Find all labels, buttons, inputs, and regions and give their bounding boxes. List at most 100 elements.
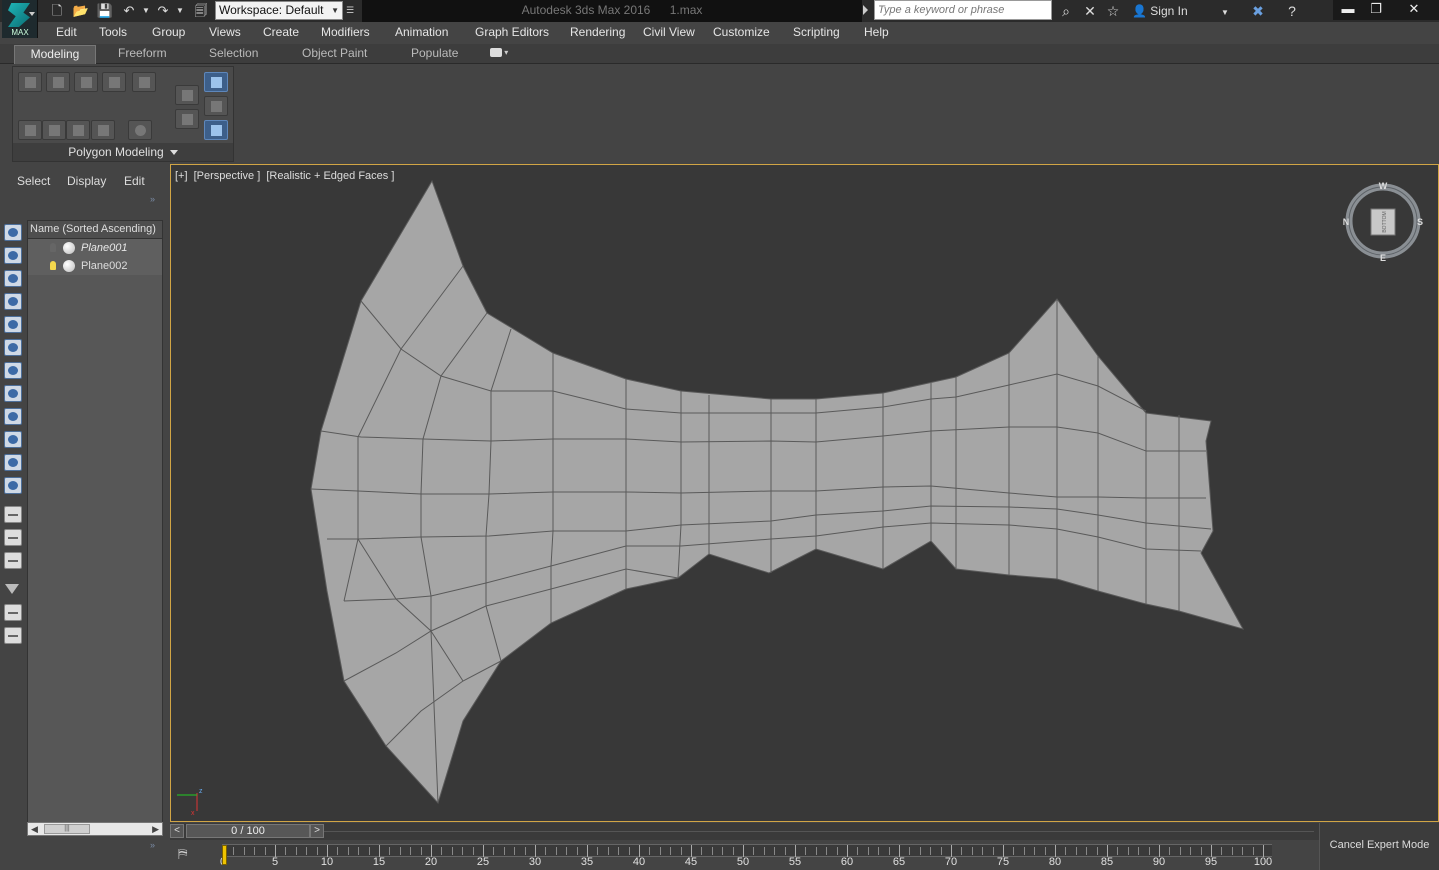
- save-file-icon[interactable]: 💾: [96, 2, 114, 19]
- ignore-backfacing-icon[interactable]: [204, 96, 228, 116]
- vertex-icon[interactable]: [18, 72, 42, 92]
- scroll-thumb[interactable]: |||: [44, 824, 90, 834]
- layer-filter-icon[interactable]: [4, 604, 22, 621]
- display-all-icon[interactable]: [4, 506, 22, 523]
- toggle-command-panel-icon[interactable]: [175, 85, 199, 105]
- tab-populate[interactable]: Populate: [411, 46, 458, 60]
- frame-ruler[interactable]: 0510152025303540455055606570758085909510…: [220, 844, 1272, 868]
- menu-rendering[interactable]: Rendering: [570, 25, 625, 39]
- subscription-icon[interactable]: ✕: [1080, 1, 1100, 21]
- next-modifier-icon[interactable]: [66, 120, 90, 140]
- minimize-button[interactable]: ▬: [1333, 0, 1363, 20]
- expand-chevrons-icon[interactable]: »: [150, 840, 155, 850]
- expand-chevrons-icon[interactable]: »: [150, 194, 155, 204]
- display-space-warps-icon[interactable]: [4, 362, 22, 379]
- display-helpers-icon[interactable]: [4, 339, 22, 356]
- redo-icon[interactable]: ↷: [154, 2, 172, 19]
- viewport-label-menu[interactable]: [+] [Perspective ] [Realistic + Edged Fa…: [175, 170, 397, 182]
- menu-help[interactable]: Help: [864, 25, 889, 39]
- display-geometry-icon[interactable]: [4, 247, 22, 264]
- scroll-left-arrow-icon[interactable]: ◀: [31, 823, 38, 835]
- pin-stack-icon[interactable]: [204, 120, 228, 140]
- menu-create[interactable]: Create: [263, 25, 299, 39]
- workspace-dropdown[interactable]: Workspace: Default ▼: [215, 1, 343, 20]
- hierarchy-icon[interactable]: [4, 627, 22, 644]
- restore-button[interactable]: ❐: [1363, 0, 1389, 20]
- explorer-horizontal-scrollbar[interactable]: ◀ ||| ▶: [27, 822, 163, 836]
- viewport-general-menu[interactable]: [+]: [175, 170, 188, 182]
- menu-graph-editors[interactable]: Graph Editors: [475, 25, 549, 39]
- current-frame-marker[interactable]: [222, 845, 227, 865]
- menu-modifiers[interactable]: Modifiers: [321, 25, 370, 39]
- close-button[interactable]: ✕: [1389, 0, 1439, 20]
- display-cameras-icon[interactable]: [4, 316, 22, 333]
- new-file-icon[interactable]: 🗋: [48, 2, 66, 19]
- help-icon[interactable]: ?: [1282, 1, 1302, 21]
- redo-dropdown-icon[interactable]: ▼: [176, 2, 184, 19]
- open-file-icon[interactable]: 📂: [72, 2, 90, 19]
- tab-freeform[interactable]: Freeform: [118, 46, 167, 60]
- project-folder-icon[interactable]: 🗐: [192, 2, 210, 19]
- cancel-expert-mode-button[interactable]: Cancel Expert Mode: [1319, 823, 1439, 870]
- display-invert-icon[interactable]: [4, 552, 22, 569]
- explorer-tab-display[interactable]: Display: [67, 174, 106, 188]
- time-slider-thumb[interactable]: 0 / 100: [186, 824, 310, 838]
- display-none-icon[interactable]: [4, 224, 22, 241]
- filter-funnel-icon[interactable]: [5, 584, 19, 594]
- scroll-right-arrow-icon[interactable]: ▶: [152, 823, 159, 835]
- modify-mode-icon[interactable]: [18, 120, 42, 140]
- undo-icon[interactable]: ↶: [120, 2, 138, 19]
- undo-dropdown-icon[interactable]: ▼: [142, 2, 150, 19]
- explorer-tab-select[interactable]: Select: [17, 174, 50, 188]
- display-xrefs-icon[interactable]: [4, 408, 22, 425]
- column-header-name[interactable]: Name (Sorted Ascending): [28, 221, 162, 239]
- perspective-viewport[interactable]: [+] [Perspective ] [Realistic + Edged Fa…: [170, 164, 1439, 822]
- exchange-apps-icon[interactable]: ✖: [1248, 1, 1268, 21]
- use-soft-selection-icon[interactable]: [204, 72, 228, 92]
- element-icon[interactable]: [132, 72, 156, 92]
- list-item[interactable]: Plane002: [28, 257, 162, 275]
- list-item[interactable]: Plane001: [28, 239, 162, 257]
- menu-views[interactable]: Views: [209, 25, 241, 39]
- display-bones-icon[interactable]: [4, 431, 22, 448]
- tab-selection[interactable]: Selection: [209, 46, 258, 60]
- time-prev-button[interactable]: <: [170, 824, 184, 838]
- geometry-sphere-icon[interactable]: [63, 242, 75, 254]
- binoculars-icon[interactable]: ⌕: [1056, 1, 1076, 21]
- tab-object-paint[interactable]: Object Paint: [302, 46, 367, 60]
- menu-civil-view[interactable]: Civil View: [643, 25, 695, 39]
- display-groups-icon[interactable]: [4, 385, 22, 402]
- light-bulb-icon[interactable]: [50, 261, 56, 270]
- viewport-pov-menu[interactable]: [Perspective ]: [194, 170, 261, 182]
- menu-animation[interactable]: Animation: [395, 25, 448, 39]
- border-icon[interactable]: [74, 72, 98, 92]
- open-mini-curve-editor-icon[interactable]: ⛿: [178, 846, 198, 864]
- viewport-shading-menu[interactable]: [Realistic + Edged Faces ]: [266, 170, 394, 182]
- time-slider-track[interactable]: [324, 831, 1314, 832]
- display-none-list-icon[interactable]: [4, 529, 22, 546]
- preserve-uvs-icon[interactable]: [128, 120, 152, 140]
- menu-edit[interactable]: Edit: [56, 25, 77, 39]
- show-end-result-icon[interactable]: [175, 109, 199, 129]
- time-next-button[interactable]: >: [310, 824, 324, 838]
- tab-modeling[interactable]: Modeling: [14, 45, 96, 64]
- favorites-star-icon[interactable]: ☆: [1103, 1, 1123, 21]
- menu-scripting[interactable]: Scripting: [793, 25, 840, 39]
- polygon-icon[interactable]: [102, 72, 126, 92]
- menu-customize[interactable]: Customize: [713, 25, 770, 39]
- display-containers-icon[interactable]: [4, 477, 22, 494]
- previous-modifier-icon[interactable]: [42, 120, 66, 140]
- plane-mesh[interactable]: [171, 165, 1438, 821]
- infocenter-search-input[interactable]: Type a keyword or phrase: [874, 0, 1052, 20]
- edge-icon[interactable]: [46, 72, 70, 92]
- display-shapes-icon[interactable]: [4, 270, 22, 287]
- light-bulb-icon[interactable]: [50, 243, 56, 252]
- geometry-sphere-icon[interactable]: [63, 260, 75, 272]
- application-menu-button[interactable]: MAX: [2, 0, 38, 38]
- collapse-stack-icon[interactable]: [91, 120, 115, 140]
- ribbon-minimize-toggle[interactable]: ▾: [490, 48, 514, 60]
- viewcube[interactable]: BOTTOM W S E N: [1343, 181, 1423, 261]
- display-particles-icon[interactable]: [4, 454, 22, 471]
- menu-group[interactable]: Group: [152, 25, 185, 39]
- mesh-surface[interactable]: [310, 179, 1245, 804]
